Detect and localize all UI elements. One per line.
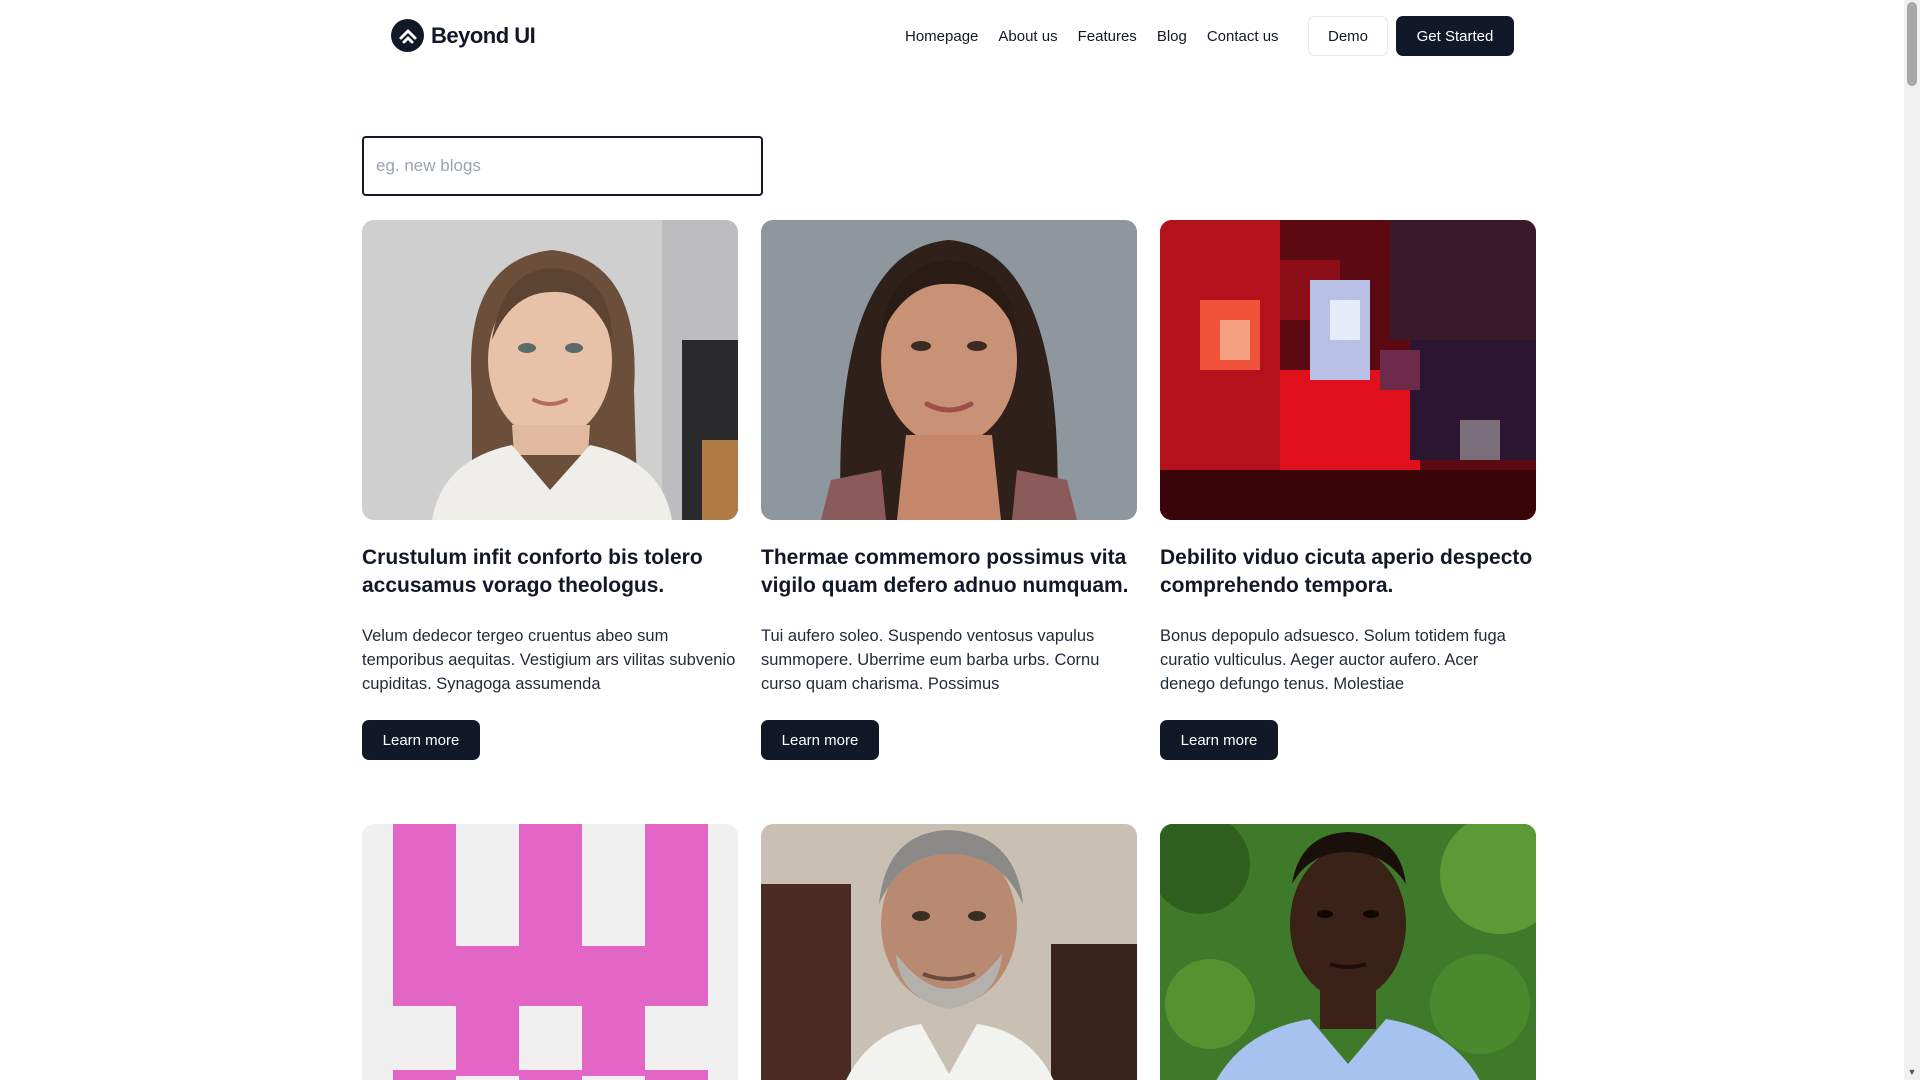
scroll-down-arrow-icon[interactable]: ▼ (1904, 1064, 1920, 1080)
nav-contact-us[interactable]: Contact us (1207, 28, 1279, 45)
nav-blog[interactable]: Blog (1157, 28, 1187, 45)
learn-more-button[interactable]: Learn more (362, 720, 480, 760)
learn-more-button[interactable]: Learn more (1160, 720, 1278, 760)
search-input[interactable] (362, 136, 763, 196)
page-scrollbar[interactable]: ▼ (1904, 0, 1920, 1080)
card-title[interactable]: Thermae commemoro possimus vita vigilo q… (761, 544, 1137, 600)
card-title[interactable]: Debilito viduo cicuta aperio despecto co… (1160, 544, 1536, 600)
card-excerpt: Velum dedecor tergeo cruentus abeo sum t… (362, 627, 736, 693)
page: Beyond UI Homepage About us Features Blo… (0, 0, 1904, 1080)
card-image[interactable] (761, 824, 1137, 1080)
learn-more-button[interactable]: Learn more (761, 720, 879, 760)
get-started-button[interactable]: Get Started (1396, 16, 1514, 56)
blog-card (761, 824, 1137, 1080)
card-image[interactable] (761, 220, 1137, 520)
nav-about-us[interactable]: About us (998, 28, 1057, 45)
nav-features[interactable]: Features (1078, 28, 1137, 45)
nav-homepage[interactable]: Homepage (905, 28, 978, 45)
brand-name: Beyond UI (431, 22, 536, 48)
scrollbar-thumb[interactable] (1907, 2, 1917, 86)
main-nav: Homepage About us Features Blog Contact … (905, 16, 1279, 56)
card-image[interactable] (1160, 824, 1536, 1080)
card-image[interactable] (1160, 220, 1536, 520)
card-excerpt: Bonus depopulo adsuesco. Solum totidem f… (1160, 627, 1506, 693)
blog-card (1160, 824, 1536, 1080)
blog-card: Crustulum infit conforto bis tolero accu… (362, 220, 738, 760)
blog-card: Thermae commemoro possimus vita vigilo q… (761, 220, 1137, 760)
brand-logo[interactable]: Beyond UI (391, 19, 536, 52)
blog-card: Debilito viduo cicuta aperio despecto co… (1160, 220, 1536, 760)
card-excerpt: Tui aufero soleo. Suspendo ventosus vapu… (761, 627, 1100, 693)
logo-icon (391, 19, 424, 52)
demo-button[interactable]: Demo (1308, 16, 1388, 56)
card-image[interactable] (362, 824, 738, 1080)
card-title[interactable]: Crustulum infit conforto bis tolero accu… (362, 544, 738, 600)
blog-card (362, 824, 738, 1080)
site-header: Beyond UI Homepage About us Features Blo… (0, 0, 1904, 72)
card-image[interactable] (362, 220, 738, 520)
